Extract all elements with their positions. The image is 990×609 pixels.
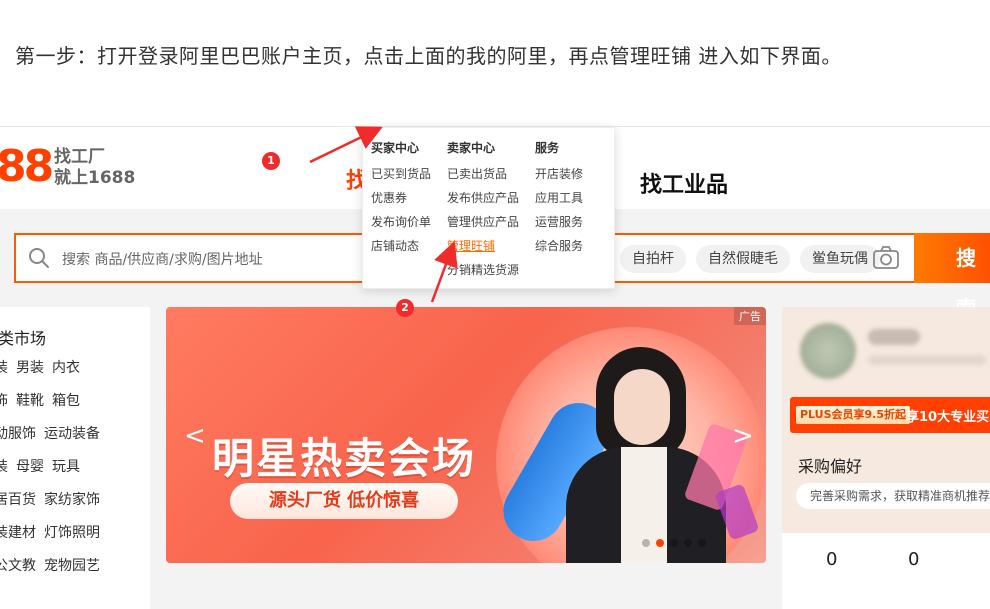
seller-center-header: 卖家中心 [447, 141, 496, 155]
category-link[interactable]: 公文教 [0, 558, 36, 574]
ad-label: 广告 [734, 307, 766, 325]
username-redacted [868, 329, 920, 345]
search-tag[interactable]: 自然假睫毛 [696, 245, 790, 273]
menu-item-shop-updates[interactable]: 店铺动态 [371, 236, 431, 260]
banner-dot[interactable] [684, 539, 692, 547]
menu-item-publish-product[interactable]: 发布供应产品 [447, 188, 519, 212]
category-link[interactable]: 运动装备 [44, 426, 100, 442]
plus-badge: PLUS会员享9.5折起 [796, 406, 911, 424]
category-link[interactable]: 装 [0, 360, 8, 376]
menu-item-purchased-goods[interactable]: 已买到货品 [371, 164, 431, 188]
banner-dot[interactable] [698, 539, 706, 547]
model-face [614, 369, 670, 445]
search-button[interactable]: 搜 索 [914, 233, 990, 320]
user-card: PLUS会员享9.5折起 享10大专业买家 采购偏好 完善采购需求，获取精准商机… [782, 307, 990, 533]
banner-pagination [642, 539, 706, 547]
category-panel: 类市场 装男装内衣 饰鞋靴箱包 动服饰运动装备 装母婴玩具 居百货家纺家饰 装建… [0, 307, 150, 609]
category-link[interactable]: 装建材 [0, 525, 36, 541]
camera-icon[interactable] [872, 245, 900, 271]
category-row: 居百货家纺家饰 [0, 489, 108, 509]
banner-prev-icon[interactable]: < [184, 421, 206, 451]
menu-item-operation-services[interactable]: 运营服务 [535, 212, 583, 236]
banner-dot[interactable] [670, 539, 678, 547]
category-link[interactable]: 箱包 [52, 393, 80, 409]
user-meta-redacted [868, 355, 986, 365]
logo-slogan[interactable]: 找工厂 就上1688 [54, 147, 135, 189]
menu-item-app-tools[interactable]: 应用工具 [535, 188, 583, 212]
preference-title: 采购偏好 [798, 457, 863, 476]
preference-hint[interactable]: 完善采购需求，获取精准商机推荐 [796, 483, 990, 509]
logo-slogan-line2: 就上1688 [54, 168, 136, 188]
category-link[interactable]: 装 [0, 459, 8, 475]
logo-slogan-line1: 找工厂 [54, 147, 105, 167]
my-alibaba-dropdown: 买家中心 已买到货品 优惠券 发布询价单 店铺动态 卖家中心 已卖出货品 发布供… [362, 127, 615, 289]
search-tag[interactable]: 自拍杆 [620, 245, 686, 273]
services-header: 服务 [535, 141, 560, 155]
nav-industrial-products[interactable]: 找工业品 [640, 167, 728, 199]
banner-title: 明星热卖会场 [212, 434, 477, 483]
menu-item-distribution-sourcing[interactable]: 分销精选货源 [447, 260, 519, 284]
menu-item-manage-products[interactable]: 管理供应产品 [447, 212, 519, 236]
banner-next-icon[interactable]: > [732, 421, 754, 451]
category-row: 装母婴玩具 [0, 456, 88, 476]
avatar[interactable] [800, 323, 856, 379]
menu-item-sold-goods[interactable]: 已卖出货品 [447, 164, 519, 188]
instruction-text: 第一步：打开登录阿里巴巴账户主页，点击上面的我的阿里，再点管理旺铺 进入如下界面… [15, 44, 842, 68]
category-link[interactable]: 玩具 [52, 459, 80, 475]
search-tag[interactable]: 鲎鱼玩偶 [800, 245, 880, 273]
category-row: 饰鞋靴箱包 [0, 390, 88, 410]
search-input[interactable]: 搜索 商品/供应商/求购/图片地址 [62, 249, 263, 269]
category-link[interactable]: 家纺家饰 [44, 492, 100, 508]
category-row: 公文教宠物园艺 [0, 555, 108, 575]
search-tag-list: 自拍杆 自然假睫毛 鲎鱼玩偶 [620, 245, 880, 273]
banner-dot[interactable] [656, 539, 664, 547]
stat-value[interactable]: 0 [908, 549, 919, 570]
category-link[interactable]: 动服饰 [0, 426, 36, 442]
menu-item-post-rfq[interactable]: 发布询价单 [371, 212, 431, 236]
stat-value[interactable]: 0 [826, 549, 837, 570]
plus-membership-banner[interactable]: PLUS会员享9.5折起 享10大专业买家 [790, 397, 990, 433]
category-link[interactable]: 饰 [0, 393, 8, 409]
banner-dot[interactable] [642, 539, 650, 547]
step-marker-1: 1 [262, 152, 280, 170]
category-link[interactable]: 母婴 [16, 459, 44, 475]
category-link[interactable]: 内衣 [52, 360, 80, 376]
buyer-center-header: 买家中心 [371, 141, 420, 155]
menu-item-manage-shop[interactable]: 管理旺铺 [447, 236, 519, 260]
seller-center-column: 卖家中心 已卖出货品 发布供应产品 管理供应产品 管理旺铺 分销精选货源 [447, 138, 519, 284]
services-column: 服务 开店装修 应用工具 运营服务 综合服务 [535, 138, 583, 260]
step-marker-2: 2 [396, 299, 414, 317]
category-link[interactable]: 灯饰照明 [44, 525, 100, 541]
category-title: 类市场 [0, 329, 47, 348]
search-icon [29, 248, 49, 268]
plus-text: 享10大专业买家 [906, 410, 990, 425]
category-link[interactable]: 男装 [16, 360, 44, 376]
category-link[interactable]: 鞋靴 [16, 393, 44, 409]
promo-banner[interactable]: 广告 明星热卖会场 源头厂货 低价惊喜 < > [166, 307, 766, 563]
menu-item-shop-decoration[interactable]: 开店装修 [535, 164, 583, 188]
buyer-center-column: 买家中心 已买到货品 优惠券 发布询价单 店铺动态 [371, 138, 431, 260]
category-row: 装建材灯饰照明 [0, 522, 108, 542]
user-panel: PLUS会员享9.5折起 享10大专业买家 采购偏好 完善采购需求，获取精准商机… [782, 307, 990, 609]
logo-number[interactable]: 88 [0, 141, 54, 192]
category-row: 动服饰运动装备 [0, 423, 108, 443]
category-link[interactable]: 宠物园艺 [44, 558, 100, 574]
category-row: 装男装内衣 [0, 357, 88, 377]
menu-item-general-services[interactable]: 综合服务 [535, 236, 583, 260]
menu-item-coupons[interactable]: 优惠券 [371, 188, 431, 212]
banner-subtitle[interactable]: 源头厂货 低价惊喜 [230, 483, 458, 519]
category-link[interactable]: 居百货 [0, 492, 36, 508]
